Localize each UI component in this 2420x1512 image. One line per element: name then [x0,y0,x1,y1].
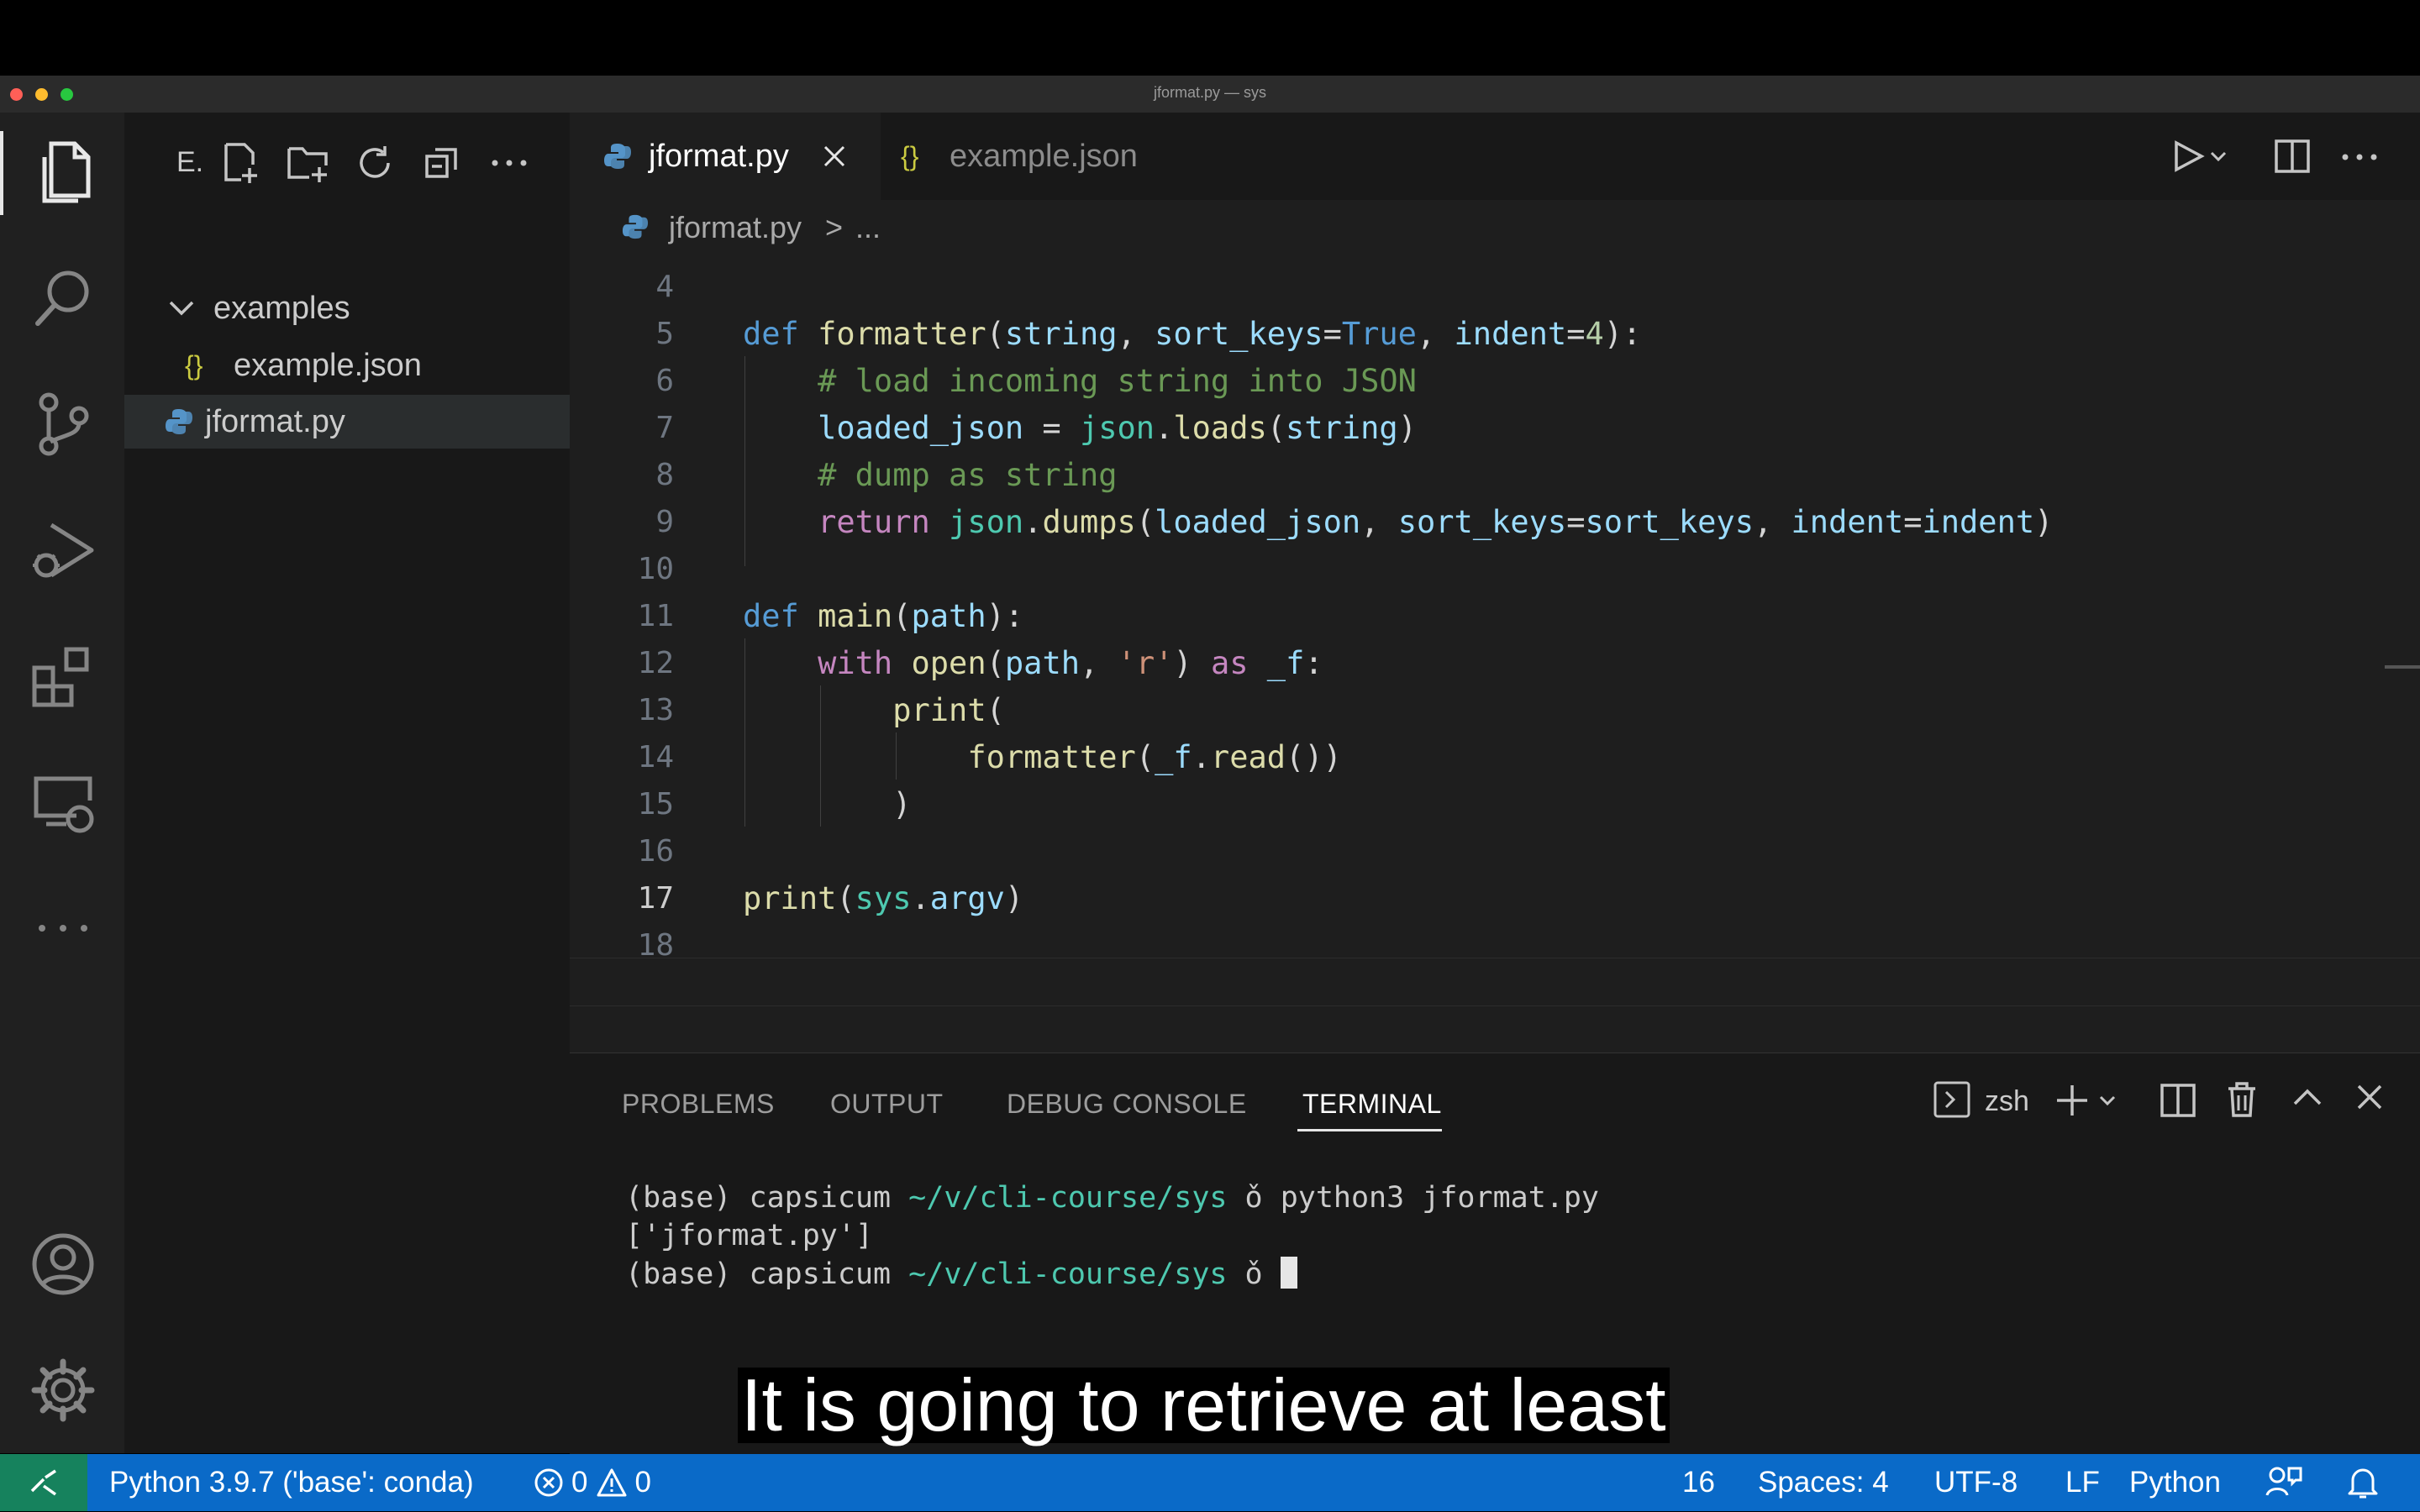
tree-label: examples [213,290,350,326]
breadcrumb-file[interactable]: jformat.py [669,210,802,245]
terminal-icon [1933,1080,1971,1119]
terminal-line: (base) capsicum ~/v/cli-course/sys ǒ pyt… [625,1181,1599,1215]
status-bar: Python 3.9.7 ('base': conda) 0 0 16 Spac… [0,1454,2420,1511]
tab-jformat-py[interactable]: jformat.py [570,113,881,200]
editor-tab-bar: jformat.py {} example.json [570,113,2420,200]
manage-gear-icon[interactable] [25,1352,101,1428]
split-editor-icon[interactable] [2274,138,2311,175]
language-mode[interactable]: Python [2129,1454,2221,1511]
collapse-all-icon[interactable] [418,139,466,186]
window-title: jformat.py — sys [1153,84,1267,101]
new-folder-icon[interactable] [284,139,331,186]
code-line: 8 # dump as string [655,457,1118,493]
breadcrumb-separator: > [825,210,844,244]
tree-file-jformat-py[interactable]: jformat.py [124,395,570,449]
code-line: 11 def main(path): [637,598,1024,634]
terminal-output-line: ['jformat.py'] [625,1219,874,1252]
breadcrumb-symbols[interactable]: ... [855,210,881,245]
error-icon [533,1467,565,1499]
code-line: 12 with open(path, 'r') as _f: [637,645,1323,681]
end-of-line[interactable]: LF [2065,1454,2100,1511]
json-file-icon: {} [185,349,203,381]
code-editor[interactable]: 4 5 def formatter(string, sort_keys=True… [570,255,2420,1052]
terminal-cursor [1280,1257,1297,1289]
code-line: 5 def formatter(string, sort_keys=True, … [655,316,1642,352]
video-caption: It is going to retrieve at least [738,1368,1670,1443]
active-indicator [0,131,3,215]
code-line: 14 formatter(_f.read()) [637,739,1342,775]
new-file-icon[interactable] [217,139,264,186]
code-line: 6 # load incoming string into JSON [655,363,1417,399]
tree-label: jformat.py [205,403,345,439]
source-control-icon[interactable] [25,386,101,462]
accounts-icon[interactable] [25,1226,101,1302]
explorer-sidebar: E. examples {} example.json jformat.py [124,113,570,1453]
terminal-shell-name[interactable]: zsh [1985,1085,2029,1118]
new-terminal-icon[interactable] [2055,1084,2121,1117]
tab-problems[interactable]: PROBLEMS [622,1089,775,1120]
indentation[interactable]: Spaces: 4 [1758,1454,1889,1511]
tab-label: example.json [950,138,1138,174]
remote-indicator[interactable] [0,1454,87,1511]
more-icon[interactable] [25,890,101,966]
close-panel-icon[interactable] [2356,1084,2383,1110]
tab-debug-console[interactable]: DEBUG CONSOLE [1007,1089,1247,1120]
terminal-prompt-line[interactable]: (base) capsicum ~/v/cli-course/sys ǒ [625,1257,1297,1291]
kill-terminal-trash-icon[interactable] [2225,1080,2259,1119]
explorer-header: E. [176,146,204,178]
split-terminal-icon[interactable] [2160,1082,2196,1119]
notifications-bell-icon[interactable] [2346,1454,2380,1511]
tree-file-example-json[interactable]: {} example.json [124,339,570,392]
refresh-icon[interactable] [351,139,398,186]
maximize-panel-chevron-up-icon[interactable] [2292,1087,2323,1107]
python-interpreter[interactable]: Python 3.9.7 ('base': conda) [109,1454,474,1511]
encoding[interactable]: UTF-8 [1934,1454,2018,1511]
search-icon[interactable] [25,260,101,336]
code-line: 7 loaded_json = json.loads(string) [655,410,1417,446]
code-line: 16 [637,834,674,869]
problems-indicator[interactable]: 0 0 [533,1454,651,1511]
python-file-icon [165,407,205,436]
tab-terminal[interactable]: TERMINAL [1302,1089,1442,1120]
breadcrumb: jformat.py > ... [570,200,2420,255]
error-count: 0 [571,1466,588,1499]
tree-folder-examples[interactable]: examples [124,281,570,335]
explorer-icon[interactable] [25,134,101,210]
code-line: 10 [637,552,674,586]
code-line: 18 [637,928,674,963]
json-file-icon: {} [901,140,919,171]
editor-more-actions-icon[interactable] [2341,153,2378,161]
remote-icon [27,1467,60,1498]
code-line: 15 ) [637,786,912,822]
title-bar: jformat.py — sys [0,76,2420,113]
active-tab-underline [1297,1129,1442,1131]
extensions-icon[interactable] [25,638,101,714]
code-line: 13 print( [637,692,1005,728]
code-line: 9 return json.dumps(loaded_json, sort_ke… [655,504,2054,540]
chevron-down-icon [168,300,213,317]
run-debug-icon[interactable] [25,512,101,588]
vscode-window: jformat.py — sys E. examples {} example.… [0,76,2420,1511]
code-line: 17 print(sys.argv) [637,880,1024,916]
remote-explorer-icon[interactable] [25,764,101,840]
tree-label: example.json [234,347,422,383]
code-line: 4 [655,270,674,304]
tab-example-json[interactable]: {} example.json [881,113,1217,200]
warning-count: 0 [634,1466,651,1499]
close-tab-icon[interactable] [823,144,846,168]
feedback-icon[interactable] [2265,1454,2302,1511]
tab-output[interactable]: OUTPUT [830,1089,944,1120]
run-python-file-icon[interactable] [2170,138,2232,175]
tab-label: jformat.py [649,138,789,174]
cursor-position[interactable]: 16 [1682,1454,1715,1511]
activity-bar [0,113,124,1453]
warning-icon [596,1467,628,1499]
more-actions-icon[interactable] [486,139,533,186]
python-file-icon [603,142,649,171]
python-file-icon [622,213,649,240]
